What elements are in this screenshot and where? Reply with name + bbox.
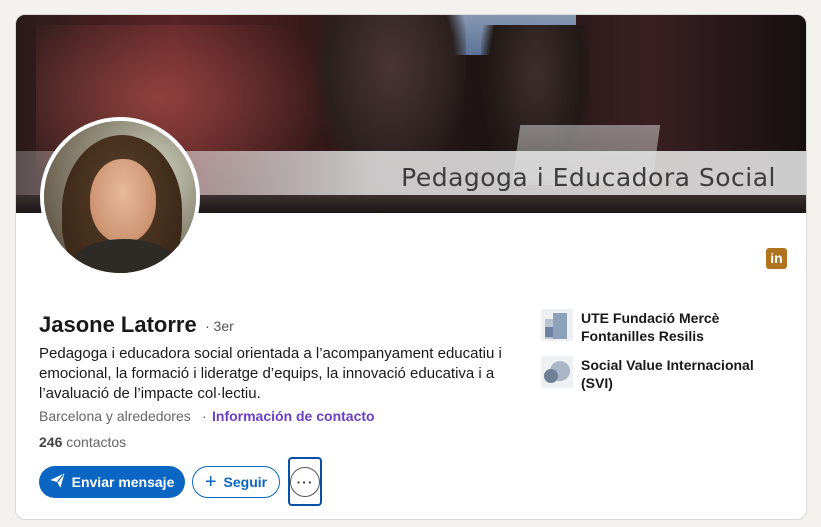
profile-headline: Pedagoga i educadora social orientada a … [39,345,502,402]
more-actions-button[interactable]: ··· [290,467,320,497]
send-message-label: Enviar mensaje [71,474,175,490]
profile-avatar[interactable] [40,117,200,277]
connection-degree: · 3er [205,318,234,334]
banner-text: Pedagoga i Educadora Social [401,163,776,192]
follow-label: Seguir [223,474,268,490]
organization-logo [541,309,573,341]
location-separator: · [202,408,207,424]
connections-count[interactable]: 246 contactos [39,434,126,450]
plus-icon: + [204,471,217,493]
follow-button[interactable]: + Seguir [192,466,280,498]
profile-name: Jasone Latorre [39,312,197,337]
profile-location: Barcelona y alrededores [39,408,191,424]
connections-label: contactos [66,434,127,450]
profile-card: Pedagoga i Educadora Social in Jasone La… [15,14,807,520]
linkedin-icon[interactable]: in [766,248,787,269]
contact-info-link[interactable]: Información de contacto [212,408,375,424]
organization-logo [541,356,573,388]
organization-item[interactable]: Social Value Internacional (SVI) [541,356,771,392]
organization-item[interactable]: UTE Fundació Mercè Fontanilles Resilis [541,309,771,345]
connections-number: 246 [39,434,63,450]
paper-plane-icon [50,473,65,491]
organization-name: Social Value Internacional (SVI) [581,357,754,391]
organization-name: UTE Fundació Mercè Fontanilles Resilis [581,310,720,344]
send-message-button[interactable]: Enviar mensaje [39,466,185,498]
